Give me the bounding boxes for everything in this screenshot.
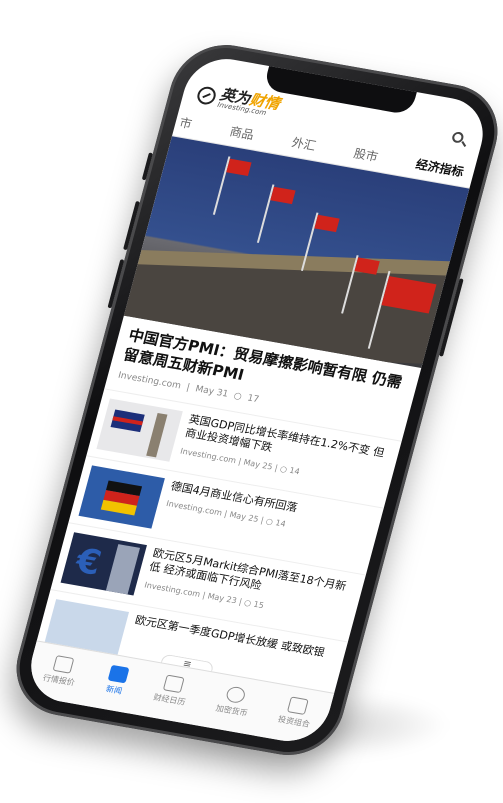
calendar-icon (162, 674, 185, 693)
phone-frame: 英为财情 Investing.com 市 商品 外汇 股市 经济指标 中国官方P… (4, 36, 503, 764)
chart-line-icon (52, 654, 75, 674)
bitcoin-icon (225, 685, 247, 704)
hero-date: May 31 (194, 383, 230, 400)
volume-up-button (123, 200, 140, 251)
briefcase-icon (287, 695, 310, 715)
tabbar-label: 财经日历 (152, 692, 187, 707)
tabbar-item-calendar[interactable]: 财经日历 (152, 673, 191, 708)
flag (270, 186, 296, 205)
tabbar-item-portfolio[interactable]: 投资组合 (277, 695, 316, 730)
news-comments: 15 (252, 599, 265, 611)
tower (106, 543, 141, 594)
tab-stocks-partial[interactable]: 市 (178, 114, 194, 133)
news-comments: 14 (288, 466, 301, 477)
tab-equities[interactable]: 股市 (352, 144, 380, 165)
news-date: May 25 (228, 510, 260, 525)
divider: | (185, 382, 191, 393)
tab-forex[interactable]: 外汇 (290, 133, 318, 154)
uk-thumbnail (96, 397, 183, 462)
tabbar-label: 新闻 (105, 683, 124, 696)
stage: 英为财情 Investing.com 市 商品 外汇 股市 经济指标 中国官方P… (0, 0, 503, 803)
news-icon (107, 664, 130, 683)
tabbar-label: 加密货币 (214, 703, 249, 718)
phone-screen: 英为财情 Investing.com 市 商品 外汇 股市 经济指标 中国官方P… (22, 52, 492, 748)
euro-thumbnail: € (60, 531, 148, 596)
tab-commodities[interactable]: 商品 (228, 123, 256, 144)
logo-mark-icon (195, 85, 218, 106)
news-date: May 23 (206, 591, 238, 606)
germany-thumbnail (78, 464, 166, 529)
news-comments: 14 (274, 518, 287, 530)
news-source: Investing.com (179, 446, 238, 466)
hero-comments: 17 (246, 392, 261, 405)
volume-down-button (107, 259, 125, 309)
news-source: Investing.com (143, 580, 202, 600)
tabbar-label: 投资组合 (277, 714, 311, 729)
logo-text: 英为财情 Investing.com (216, 85, 281, 119)
tabbar-item-crypto[interactable]: 加密货币 (215, 684, 254, 719)
search-icon[interactable] (450, 131, 470, 149)
power-button (438, 278, 464, 357)
tabbar-item-quotes[interactable]: 行情报价 (42, 653, 81, 688)
tabbar-label: 行情报价 (41, 672, 76, 687)
news-source: Investing.com (165, 499, 224, 518)
comment-icon: ○ (232, 390, 243, 402)
flag (226, 158, 252, 177)
tabbar-item-news[interactable]: 新闻 (104, 664, 130, 696)
news-date: May 25 (242, 457, 274, 472)
euro-sign-icon: € (71, 540, 106, 584)
tab-economic-indicators[interactable]: 经济指标 (414, 155, 466, 180)
flag (314, 214, 340, 233)
mute-switch (141, 152, 153, 181)
big-ben (146, 412, 168, 457)
